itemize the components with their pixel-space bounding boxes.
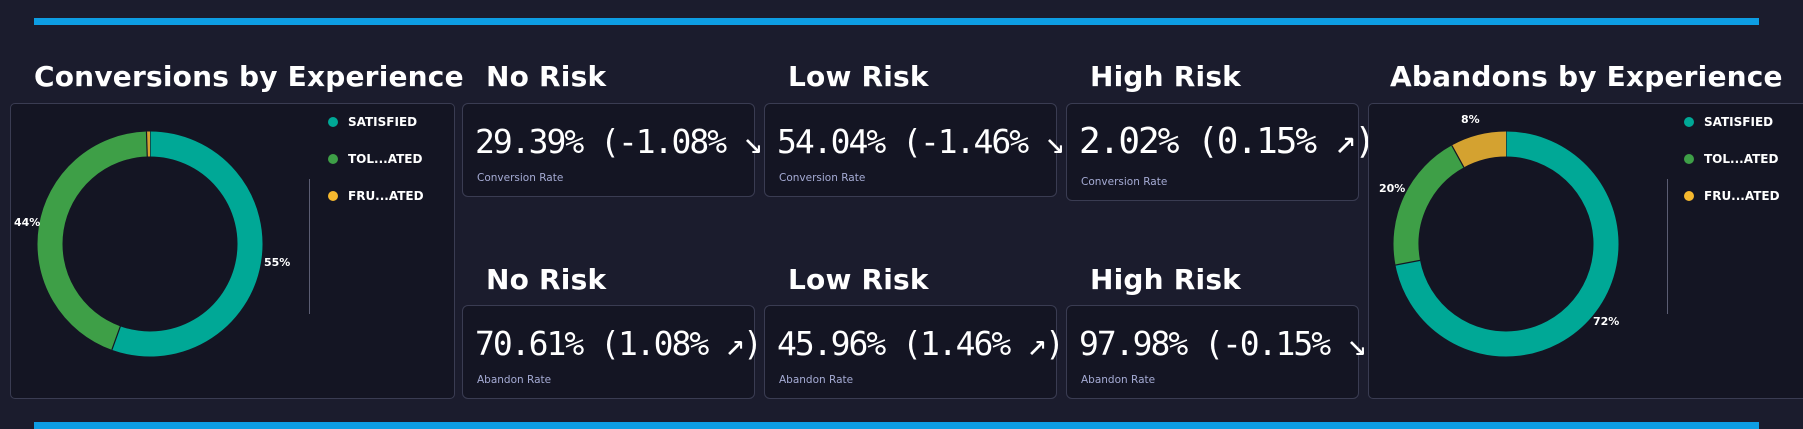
kpi-card-high-risk-abandon[interactable]: 97.98% (-0.15% ↘) Abandon Rate [1066, 305, 1385, 399]
slice-label-tolerated: 20% [1379, 182, 1406, 195]
kpi-card-high-risk-conversion[interactable]: 2.02% (0.15% ↗) Conversion Rate [1066, 103, 1376, 201]
legend-item-satisfied[interactable]: SATISFIED [1684, 115, 1773, 129]
kpi-label: Conversion Rate [1081, 176, 1168, 188]
risk-header-no-risk: No Risk [486, 60, 607, 93]
risk-header-no-risk: No Risk [486, 263, 607, 296]
kpi-value: 97.98% (-0.15% ↘) [1079, 324, 1385, 363]
donut-slice-satisfied[interactable] [111, 131, 263, 357]
kpi-value: 70.61% (1.08% ↗) [475, 324, 763, 363]
frustrated-dot-icon [1684, 191, 1694, 201]
legend-item-tolerated[interactable]: TOL...ATED [328, 152, 422, 166]
donut-slice-tol-ated[interactable] [1393, 145, 1465, 266]
legend-item-satisfied[interactable]: SATISFIED [328, 115, 417, 129]
risk-header-low-risk: Low Risk [788, 263, 929, 296]
legend-divider [1667, 179, 1668, 314]
top-accent-bar [34, 18, 1759, 25]
conversions-title: Conversions by Experience [34, 60, 464, 93]
satisfied-dot-icon [1684, 117, 1694, 127]
legend-item-frustrated[interactable]: FRU...ATED [328, 189, 424, 203]
tolerated-dot-icon [328, 154, 338, 164]
donut-slice-fru-ated[interactable] [1451, 131, 1507, 168]
kpi-label: Abandon Rate [1081, 374, 1156, 386]
legend-item-tolerated[interactable]: TOL...ATED [1684, 152, 1778, 166]
kpi-label: Conversion Rate [477, 172, 564, 184]
conversions-donut-chart [37, 131, 263, 357]
conversions-chart-panel: 44% 55% SATISFIED TOL...ATED FRU...ATED [10, 103, 455, 399]
donut-slice-tol-ated[interactable] [37, 131, 148, 350]
kpi-card-low-risk-abandon[interactable]: 45.96% (1.46% ↗) Abandon Rate [764, 305, 1065, 399]
legend-item-frustrated[interactable]: FRU...ATED [1684, 189, 1780, 203]
abandons-donut-chart [1393, 131, 1619, 357]
slice-separator [145, 131, 148, 157]
legend-divider [309, 179, 310, 314]
satisfied-dot-icon [328, 117, 338, 127]
tolerated-dot-icon [1684, 154, 1694, 164]
slice-label-frustrated: 8% [1461, 113, 1480, 126]
kpi-label: Abandon Rate [779, 374, 854, 386]
bottom-accent-bar [34, 422, 1759, 429]
kpi-card-no-risk-abandon[interactable]: 70.61% (1.08% ↗) Abandon Rate [462, 305, 763, 399]
kpi-label: Conversion Rate [779, 172, 866, 184]
kpi-label: Abandon Rate [477, 374, 552, 386]
abandons-chart-panel: 8% 20% 72% SATISFIED TOL...ATED FRU...AT… [1368, 103, 1803, 399]
kpi-card-low-risk-conversion[interactable]: 54.04% (-1.46% ↘) Conversion Rate [764, 103, 1083, 197]
abandons-title: Abandons by Experience [1390, 60, 1783, 93]
kpi-value: 29.39% (-1.08% ↘) [475, 122, 781, 161]
slice-label-satisfied: 72% [1593, 315, 1620, 328]
kpi-value: 45.96% (1.46% ↗) [777, 324, 1065, 363]
risk-header-low-risk: Low Risk [788, 60, 929, 93]
kpi-card-no-risk-conversion[interactable]: 29.39% (-1.08% ↘) Conversion Rate [462, 103, 781, 197]
kpi-value: 2.02% (0.15% ↗) [1079, 121, 1376, 162]
kpi-value: 54.04% (-1.46% ↘) [777, 122, 1083, 161]
slice-label-satisfied: 55% [264, 256, 291, 269]
slice-label-tolerated: 44% [14, 216, 41, 229]
frustrated-dot-icon [328, 191, 338, 201]
risk-header-high-risk: High Risk [1090, 263, 1242, 296]
risk-header-high-risk: High Risk [1090, 60, 1242, 93]
